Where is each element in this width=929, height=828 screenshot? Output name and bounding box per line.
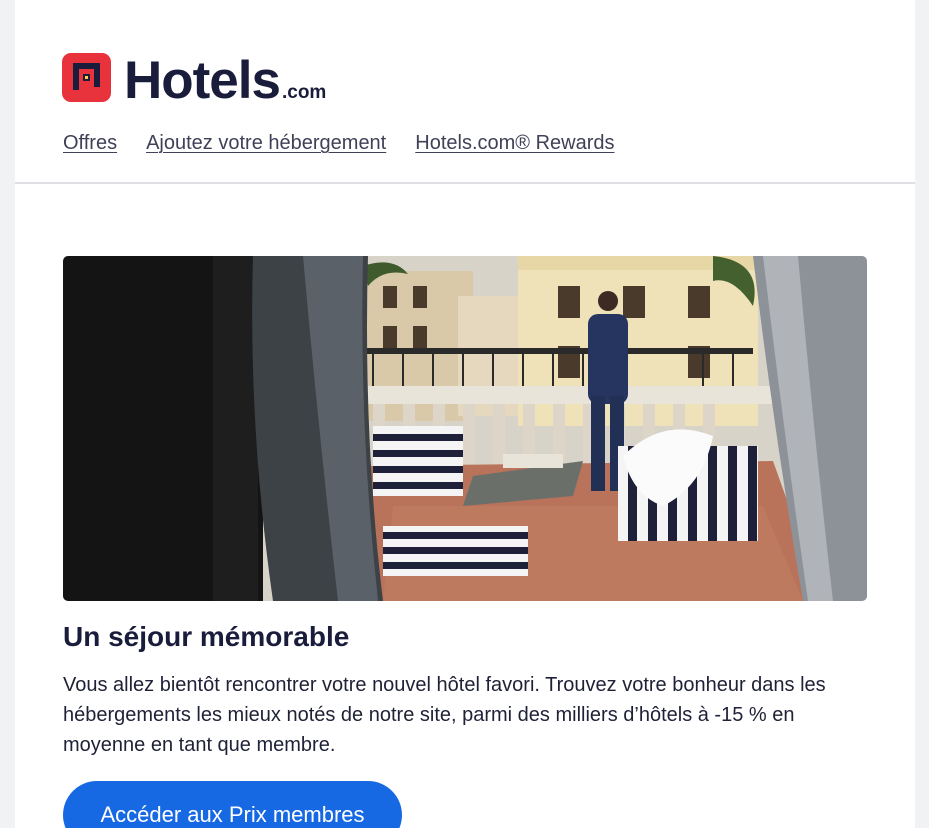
email-container: Hotels .com Offres Ajoutez votre héberge…	[15, 0, 915, 828]
hotels-logo[interactable]: Hotels .com	[62, 51, 327, 110]
nav-link-offres[interactable]: Offres	[63, 132, 117, 155]
hotels-logo-icon	[62, 53, 111, 102]
brand-suffix: .com	[281, 82, 327, 103]
hero-body-text: Vous allez bientôt rencontrer votre nouv…	[63, 674, 826, 756]
nav-link-add-property[interactable]: Ajoutez votre hébergement	[146, 132, 386, 155]
hero-title: Un séjour mémorable	[63, 621, 350, 652]
brand-name: Hotels	[124, 51, 281, 110]
email-header: Hotels .com Offres Ajoutez votre héberge…	[15, 0, 915, 184]
nav-link-rewards[interactable]: Hotels.com® Rewards	[415, 132, 614, 155]
hero-image	[63, 256, 867, 601]
member-prices-button[interactable]: Accéder aux Prix membres	[63, 781, 402, 828]
header-nav: Offres Ajoutez votre hébergement Hotels.…	[63, 132, 615, 155]
